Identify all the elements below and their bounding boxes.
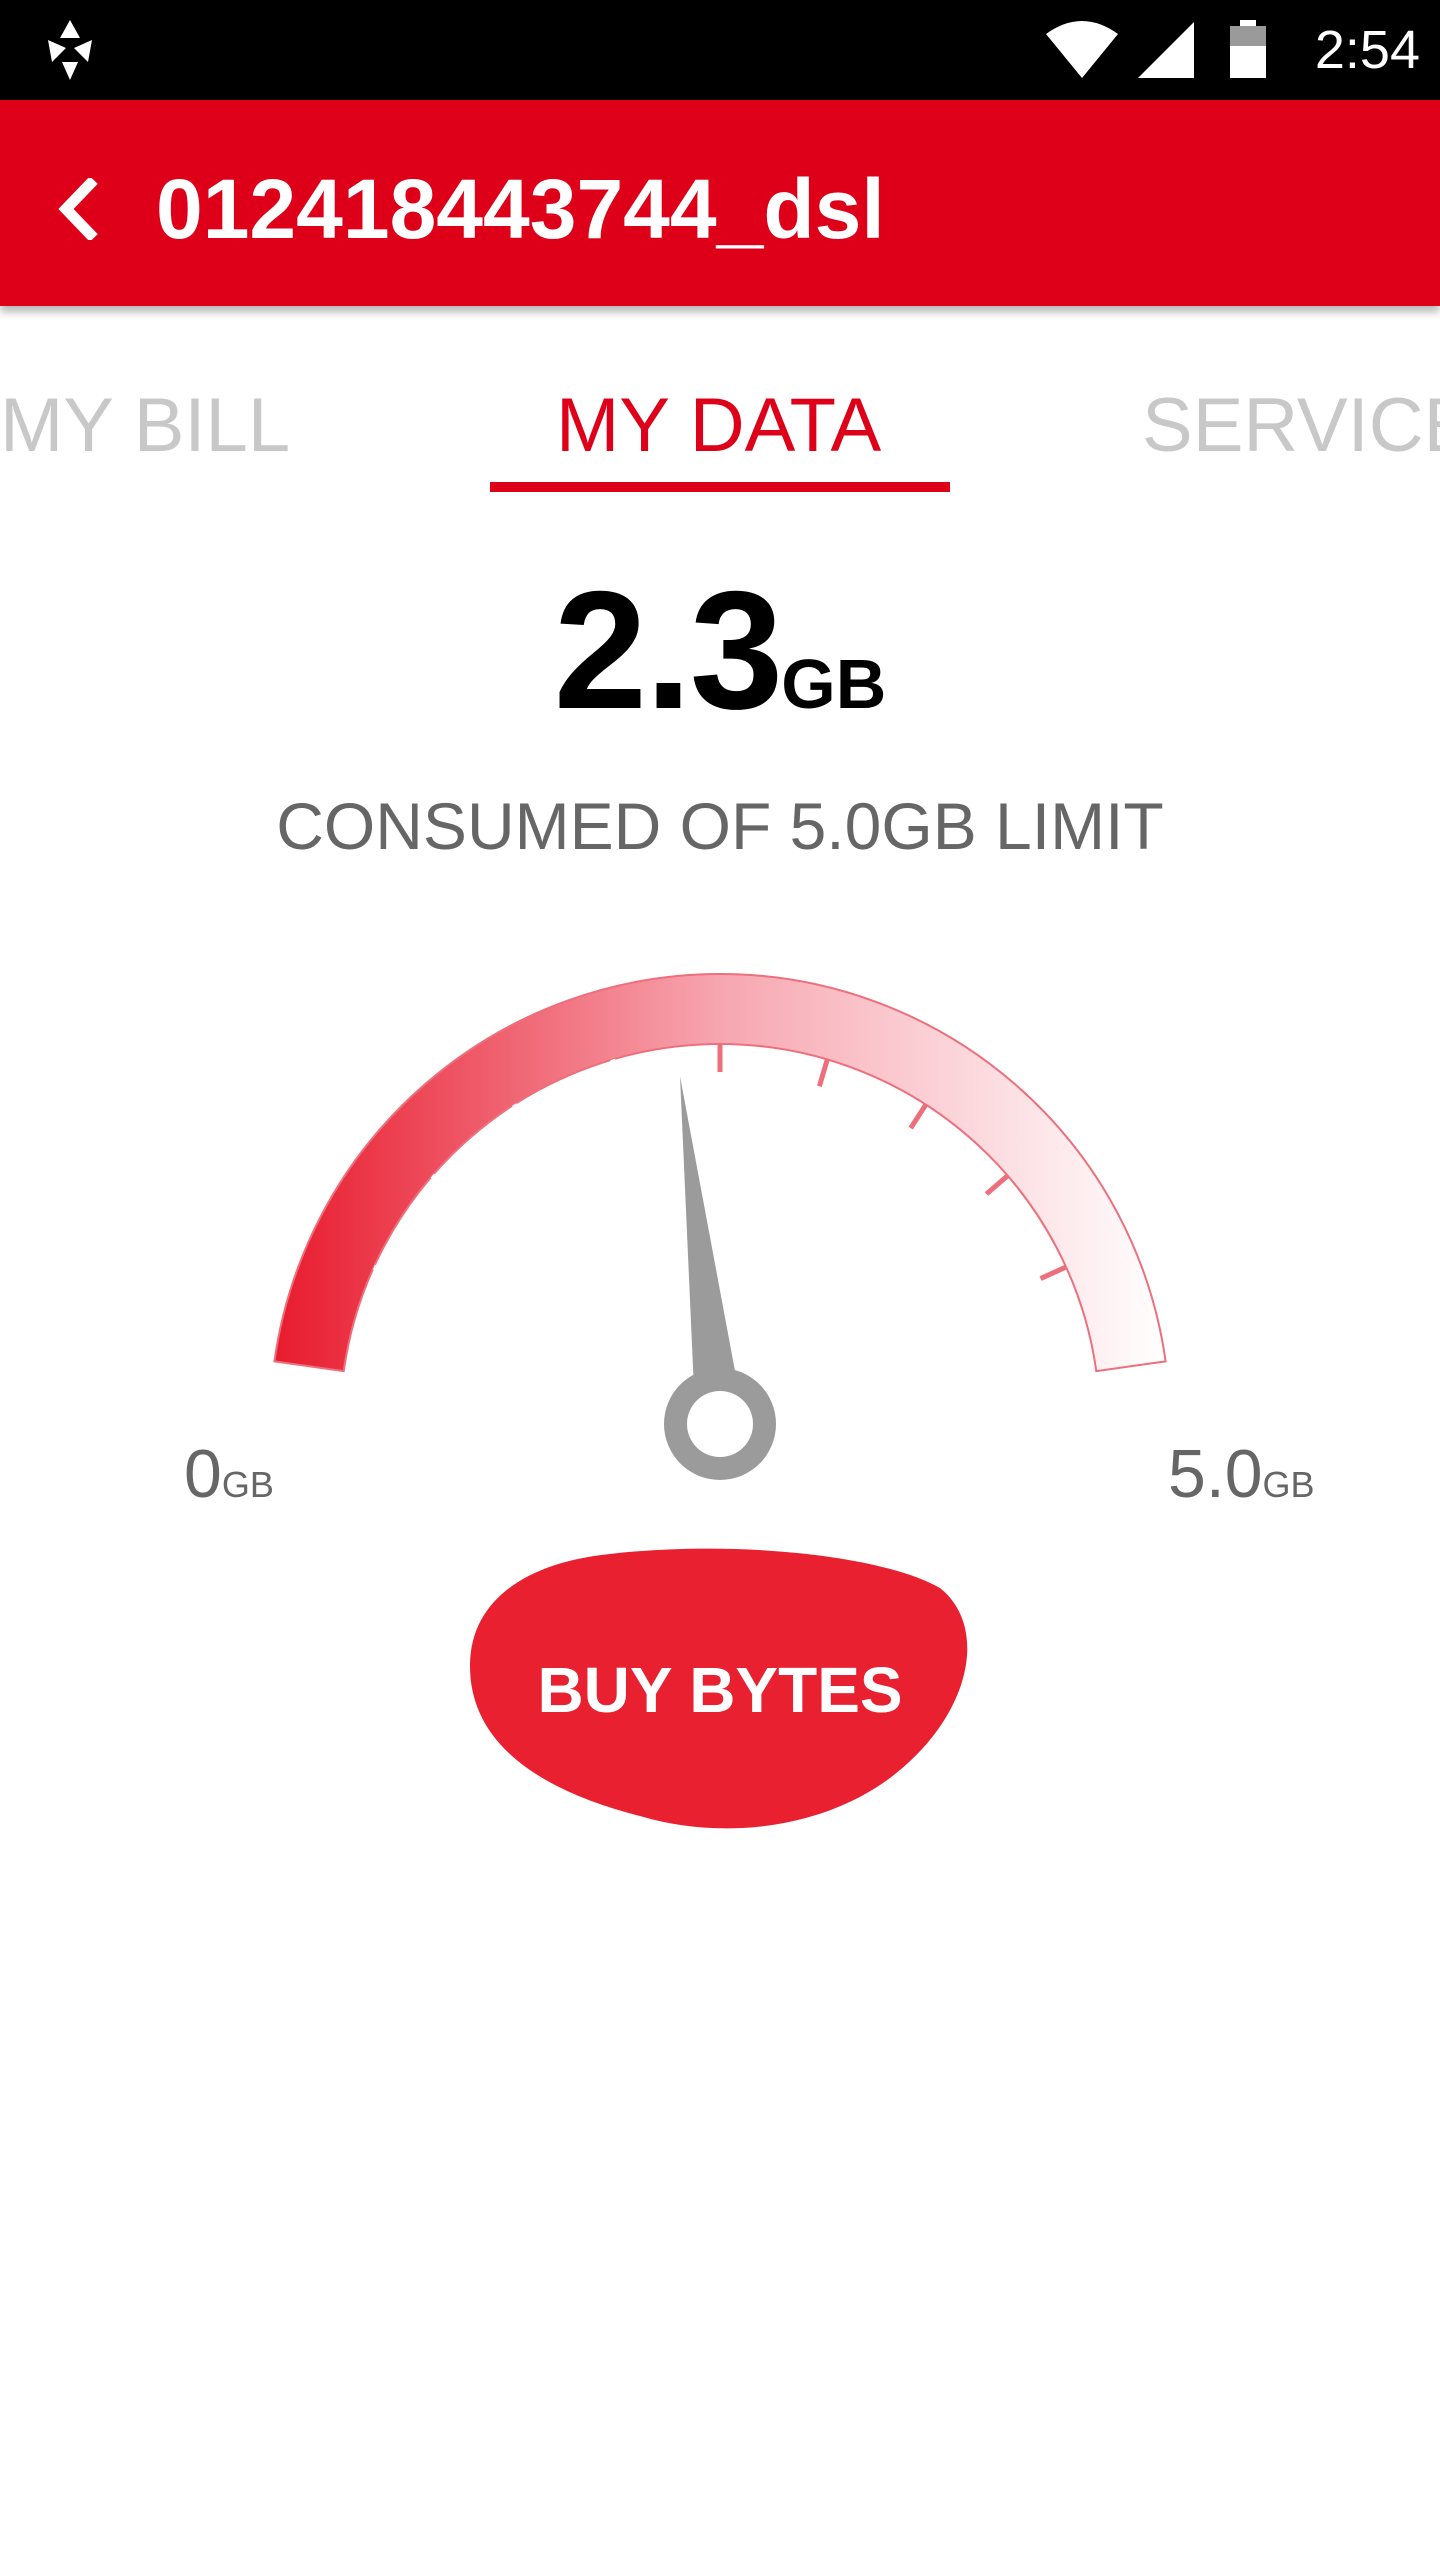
gauge-max-label: 5.0GB xyxy=(1168,1434,1315,1514)
gauge-max-unit: GB xyxy=(1262,1464,1315,1505)
tab-selected-indicator xyxy=(490,482,950,492)
status-bar: 2:54 xyxy=(0,0,1440,100)
gauge-needle xyxy=(680,1076,738,1391)
gauge-min-label: 0GB xyxy=(184,1434,274,1514)
usage-value: 2.3 xyxy=(553,556,784,744)
notification-icon xyxy=(48,20,92,80)
tab-my-data[interactable]: MY DATA xyxy=(556,376,881,476)
gauge-tick xyxy=(372,1264,401,1281)
gauge-tick xyxy=(1039,1264,1068,1281)
usage-limit-text: CONSUMED OF 5.0GB LIMIT xyxy=(276,789,1164,863)
gauge-max-value: 5.0 xyxy=(1168,1436,1263,1512)
data-usage-gauge xyxy=(273,973,1167,1480)
battery-icon xyxy=(1230,20,1266,78)
buy-bytes-button[interactable]: BUY BYTES xyxy=(470,1548,970,1832)
gauge-needle-hub-hole xyxy=(687,1391,753,1457)
chevron-left-icon[interactable] xyxy=(54,178,100,240)
gauge-min-value: 0 xyxy=(184,1436,222,1512)
app-bar: 012418443744_dsl xyxy=(0,100,1440,306)
cell-signal-icon xyxy=(1138,22,1194,78)
account-title: 012418443744_dsl xyxy=(156,162,885,256)
gauge-tick xyxy=(512,1103,532,1130)
gauge-tick xyxy=(908,1103,928,1130)
tab-my-bill[interactable]: MY BILL xyxy=(0,376,290,476)
gauge-tick xyxy=(430,1173,456,1196)
usage-unit: GB xyxy=(781,645,887,723)
buy-bytes-label: BUY BYTES xyxy=(537,1654,903,1726)
status-time: 2:54 xyxy=(1314,20,1420,80)
tab-bar: MY BILL MY DATA SERVICE xyxy=(0,306,1440,506)
usage-amount: 2.3GB xyxy=(0,560,1440,740)
tab-service[interactable]: SERVICE xyxy=(1142,376,1440,476)
gauge-tick xyxy=(816,1058,830,1088)
gauge-tick xyxy=(984,1173,1010,1196)
gauge-tick xyxy=(610,1058,624,1088)
gauge-min-unit: GB xyxy=(221,1464,274,1505)
wifi-icon xyxy=(1046,21,1118,78)
